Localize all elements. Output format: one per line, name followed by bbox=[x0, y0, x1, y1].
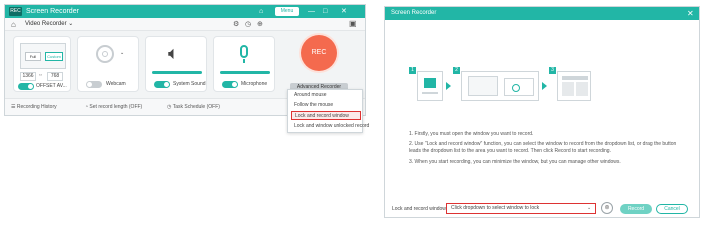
webcam-toggle[interactable] bbox=[86, 81, 102, 88]
lock-window-label: Lock and record window bbox=[392, 206, 446, 212]
microphone-toggle[interactable] bbox=[222, 81, 238, 88]
recording-history-link[interactable]: ☰ Recording History bbox=[11, 104, 57, 111]
height-field[interactable]: 768 bbox=[47, 72, 63, 81]
display-panel: Full Custom 1366 ⇔ 768 OFFSET AV... bbox=[13, 36, 71, 92]
microphone-stand-icon bbox=[243, 59, 245, 63]
menu-button[interactable]: Menu bbox=[275, 7, 299, 16]
cart-icon[interactable]: ⌂ bbox=[259, 7, 263, 16]
dropdown-item-around-mouse[interactable]: Around mouse bbox=[291, 91, 361, 100]
home-icon[interactable]: ⌂ bbox=[11, 20, 16, 29]
timer-icon: ◔ bbox=[85, 104, 89, 110]
minimize-icon[interactable]: — bbox=[308, 7, 315, 16]
maximize-icon[interactable]: □ bbox=[323, 7, 327, 16]
record-length-label: Set record length (OFF) bbox=[89, 104, 143, 110]
settings-icon[interactable]: ⚙ bbox=[233, 20, 239, 29]
recording-history-label: Recording History bbox=[16, 104, 57, 110]
mode-selector[interactable]: Video Recorder ⌄ bbox=[25, 20, 73, 29]
mode-bar: ⌂ Video Recorder ⌄ ⚙ ◷ ⊕ ▣ bbox=[5, 18, 365, 31]
microphone-label: Microphone bbox=[241, 81, 268, 87]
webcam-icon[interactable] bbox=[96, 45, 114, 63]
width-field[interactable]: 1366 bbox=[20, 72, 36, 81]
display-overlay-label: OFFSET AV... bbox=[36, 83, 67, 89]
microphone-volume-slider[interactable] bbox=[220, 71, 270, 74]
list-icon: ☰ bbox=[11, 104, 16, 110]
dropdown-item-lock-record-window[interactable]: Lock and record window bbox=[291, 111, 361, 120]
time-icon[interactable]: ◷ bbox=[245, 20, 251, 29]
task-schedule-label: Task Schedule (OFF) bbox=[172, 104, 220, 110]
chevron-down-icon[interactable]: ⌄ bbox=[120, 50, 124, 57]
app-logo-icon: REC bbox=[9, 7, 22, 16]
custom-area-button[interactable]: Custom bbox=[45, 52, 63, 61]
window-select-dropdown[interactable]: Click dropdown to select window to lock bbox=[446, 203, 596, 214]
pin-icon[interactable]: ⊕ bbox=[257, 20, 263, 29]
close-icon[interactable]: ✕ bbox=[341, 7, 347, 16]
system-sound-label: System Sound bbox=[173, 81, 206, 87]
display-preview[interactable]: Full Custom bbox=[20, 43, 66, 69]
rec-button[interactable]: REC bbox=[301, 35, 337, 71]
chevron-down-icon: ⌄ bbox=[68, 21, 74, 27]
full-screen-button[interactable]: Full bbox=[25, 52, 41, 61]
dropdown-item-lock-window-unlocked[interactable]: Lock and window unlocked record bbox=[291, 122, 369, 131]
speaker-icon[interactable]: 🔈︎ bbox=[168, 43, 179, 63]
camera-icon[interactable]: ▣ bbox=[349, 19, 357, 29]
target-icon[interactable]: ⊚ bbox=[601, 202, 613, 214]
link-icon[interactable]: ⇔ bbox=[38, 72, 43, 79]
webcam-lens-icon bbox=[102, 51, 108, 57]
mode-label: Video Recorder bbox=[25, 21, 67, 27]
cancel-button[interactable]: Cancel bbox=[656, 204, 688, 214]
webcam-label: Webcam bbox=[106, 81, 126, 87]
chevron-down-icon[interactable]: ⌄ bbox=[587, 205, 591, 212]
display-toggle[interactable] bbox=[18, 83, 34, 90]
dialog-controls: Lock and record window Click dropdown to… bbox=[384, 6, 700, 218]
system-sound-toggle[interactable] bbox=[154, 81, 170, 88]
record-button[interactable]: Record bbox=[620, 204, 652, 214]
advanced-recorder-dropdown: Around mouse Follow the mouse Lock and r… bbox=[287, 89, 369, 133]
app-title: Screen Recorder bbox=[26, 8, 79, 15]
system-sound-panel: 🔈︎ System Sound bbox=[145, 36, 207, 92]
clock-icon: ◷ bbox=[167, 104, 172, 110]
microphone-panel: Microphone bbox=[213, 36, 275, 92]
task-schedule-link[interactable]: ◷ Task Schedule (OFF) bbox=[167, 104, 220, 111]
microphone-icon[interactable] bbox=[240, 45, 248, 58]
system-volume-slider[interactable] bbox=[152, 71, 202, 74]
title-bar: REC Screen Recorder ⌂ Menu — □ ✕ bbox=[5, 5, 365, 18]
dropdown-item-follow-mouse[interactable]: Follow the mouse bbox=[291, 101, 361, 110]
webcam-panel: ⌄ Webcam bbox=[77, 36, 139, 92]
record-length-link[interactable]: ◔ Set record length (OFF) bbox=[85, 104, 142, 111]
